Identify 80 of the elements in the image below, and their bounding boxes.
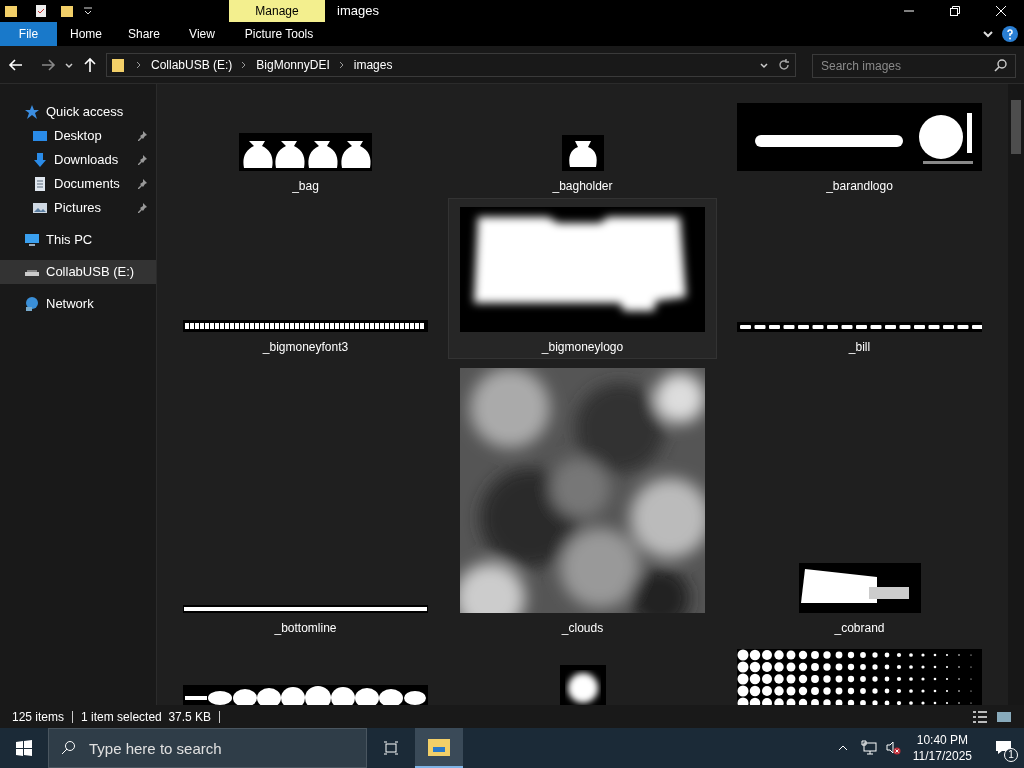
file-item[interactable]: _bottomline	[171, 596, 440, 640]
sidebar-item[interactable]: This PC	[0, 228, 156, 252]
address-bar[interactable]: CollabUSB (E:) BigMonnyDEI images	[106, 52, 796, 77]
desktop-icon	[32, 128, 48, 144]
search-field[interactable]: Search images	[812, 53, 1016, 78]
file-name: _bottomline	[274, 620, 337, 635]
glow-thumbnail	[559, 665, 606, 705]
back-arrow-icon[interactable]	[8, 56, 24, 73]
breadcrumb-item[interactable]: images	[353, 55, 393, 74]
ribbon-tab[interactable]: View	[173, 22, 231, 46]
sidebar-item[interactable]: Quick access	[0, 100, 156, 124]
up-arrow-icon[interactable]	[82, 56, 98, 73]
file-name: _bigmoneyfont3	[262, 339, 349, 354]
chevron-icon	[135, 60, 143, 69]
file-name: _bagholder	[552, 178, 613, 193]
star-icon	[24, 104, 40, 120]
breadcrumb-item[interactable]: BigMonnyDEI	[256, 55, 330, 74]
folder-icon[interactable]	[4, 4, 18, 18]
file-item[interactable]: _clouds	[448, 359, 717, 640]
windows-logo-icon	[16, 740, 32, 756]
file-name: _bag	[292, 178, 319, 193]
close-icon	[995, 5, 1007, 17]
refresh-icon[interactable]	[777, 57, 791, 72]
file-item[interactable]: _cobrand	[725, 554, 994, 640]
scrollbar[interactable]	[1008, 84, 1024, 705]
notification-count: 1	[1004, 748, 1018, 762]
pictures-icon	[32, 200, 48, 216]
details-view-icon[interactable]	[972, 709, 988, 724]
file-item[interactable]: _bagholder	[448, 126, 717, 198]
file-name: _cobrand	[834, 620, 885, 635]
sidebar-item[interactable]: Documents	[0, 172, 156, 196]
network-icon	[24, 296, 40, 312]
sidebar-item[interactable]: Network	[0, 292, 156, 316]
context-tab-header[interactable]: Manage	[229, 0, 325, 22]
chevron-icon[interactable]	[982, 28, 994, 40]
item-count: 125 items	[12, 708, 65, 726]
window-title: images	[337, 2, 379, 21]
bag-thumbnail	[561, 135, 604, 171]
selection-info: 1 item selected 37.5 KB	[81, 708, 212, 726]
help-icon[interactable]	[1002, 26, 1018, 42]
ribbon-tab[interactable]: Share	[115, 22, 173, 46]
forward-arrow-icon[interactable]	[40, 56, 56, 73]
clock-time[interactable]: 10:40 PM	[916, 732, 969, 748]
network-icon[interactable]	[860, 740, 877, 756]
file-name: _bill	[848, 339, 871, 354]
muted-speaker-icon[interactable]	[884, 740, 901, 756]
sidebar-item[interactable]: Desktop	[0, 124, 156, 148]
properties-icon[interactable]	[34, 4, 48, 18]
taskbar-search-field[interactable]: Type here to search	[48, 728, 367, 768]
file-item[interactable]: _bigmoneylogo	[448, 198, 717, 359]
sidebar-item[interactable]: CollabUSB (E:)	[0, 260, 156, 284]
search-icon	[60, 740, 76, 756]
chevron-icon	[337, 60, 346, 69]
file-menu-button[interactable]: File	[0, 22, 57, 46]
folder-icon[interactable]	[60, 4, 74, 18]
file-item[interactable]: _bill	[725, 313, 994, 359]
breadcrumb-item[interactable]: CollabUSB (E:)	[151, 55, 233, 74]
document-icon	[32, 176, 48, 192]
ribbon-tab[interactable]: Picture Tools	[231, 22, 327, 46]
file-name: _bigmoneylogo	[541, 339, 624, 354]
ribbon-tab[interactable]: Home	[57, 22, 115, 46]
file-item[interactable]: _bag	[171, 124, 440, 198]
task-view-icon	[383, 740, 399, 756]
download-arrow-icon	[32, 152, 48, 168]
restore-icon	[949, 5, 961, 17]
notification-button[interactable]: 1	[984, 728, 1024, 768]
clock-date[interactable]: 11/17/2025	[912, 748, 972, 764]
search-icon	[994, 57, 1008, 72]
file-item[interactable]: _barandlogo	[725, 94, 994, 198]
file-name: _barandlogo	[826, 178, 893, 193]
dropdown-icon[interactable]	[82, 5, 94, 17]
folder-icon	[111, 56, 127, 73]
thumbnail-view-icon[interactable]	[996, 709, 1012, 724]
folder-icon	[427, 737, 451, 757]
sidebar-item[interactable]: Pictures	[0, 196, 156, 220]
file-item[interactable]: _bigmoneyfont3	[171, 311, 440, 359]
file-name: _clouds	[561, 620, 604, 635]
sidebar-item[interactable]: Downloads	[0, 148, 156, 172]
monitor-icon	[24, 232, 40, 248]
file-explorer-taskbar-button[interactable]	[415, 728, 463, 768]
